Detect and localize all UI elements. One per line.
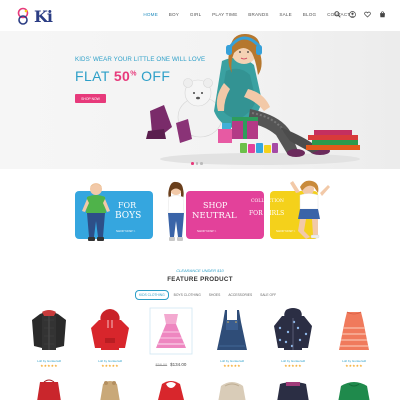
product-card[interactable] bbox=[142, 378, 200, 400]
hero-title-percent: 50% bbox=[114, 68, 137, 84]
slider-dot[interactable] bbox=[200, 162, 203, 165]
feature-title: FEATURE PRODUCT bbox=[167, 276, 233, 283]
product-image[interactable] bbox=[264, 306, 322, 356]
product-card[interactable] bbox=[203, 378, 261, 400]
hero-percent-sign: % bbox=[130, 70, 137, 78]
product-image[interactable] bbox=[81, 306, 139, 356]
tab-kids-clothing[interactable]: KIDS CLOTHING bbox=[135, 290, 169, 300]
product-image[interactable] bbox=[325, 378, 380, 400]
product-image[interactable] bbox=[203, 378, 261, 400]
product-image[interactable] bbox=[325, 306, 383, 356]
slider-dot[interactable] bbox=[191, 162, 194, 165]
main-nav: HOME BOY GIRL PLAY TIME BRANDS SALE BLOG… bbox=[138, 12, 356, 17]
nav-boy[interactable]: BOY bbox=[163, 12, 184, 17]
hero-title-pre: FLAT bbox=[75, 68, 114, 84]
product-image[interactable] bbox=[142, 378, 200, 400]
product-grid: Loft by Gunkerwill ★★★★★ Loft by Gunkerw… bbox=[20, 306, 383, 368]
product-name[interactable]: Loft by Gunkerwill bbox=[264, 359, 322, 363]
product-card[interactable]: $58.00 $134.00 bbox=[142, 306, 200, 368]
site-header: Ki HOME BOY GIRL PLAY TIME BRANDS SALE B… bbox=[0, 0, 400, 30]
hero-image bbox=[146, 33, 360, 165]
search-icon[interactable] bbox=[334, 11, 341, 18]
category-banners: FOR BOYS SHOP NOW > SHOP NEUTRAL SHOP NO… bbox=[75, 180, 330, 243]
neutral-shop-link[interactable]: SHOP NOW > bbox=[197, 229, 216, 233]
hero-slider-dots bbox=[191, 162, 203, 165]
boys-line2: BOYS bbox=[115, 211, 142, 221]
logo-mark-icon bbox=[17, 7, 29, 25]
jumping-girl-photo bbox=[290, 180, 330, 239]
product-name[interactable]: Loft by Gunkerwill bbox=[81, 359, 139, 363]
boys-shop-link[interactable]: SHOP NOW > bbox=[116, 229, 135, 233]
cart-icon[interactable] bbox=[379, 11, 386, 18]
girls-line2: FOR GIRLS bbox=[249, 210, 285, 217]
product-card[interactable]: Loft by Gunkerwill ★★★★★ bbox=[203, 306, 261, 368]
feature-subtitle: CLEARANCE UNDER $10 bbox=[176, 268, 224, 273]
tab-shoes[interactable]: SHOES bbox=[206, 291, 224, 299]
tab-sale-off[interactable]: SALE OFF bbox=[257, 291, 279, 299]
product-card[interactable]: Loft by Gunkerwill ★★★★★ bbox=[325, 306, 383, 368]
nav-play-time[interactable]: PLAY TIME bbox=[207, 12, 243, 17]
product-image[interactable] bbox=[203, 306, 261, 356]
feature-tabs: KIDS CLOTHING BOYS CLOTHING SHOES ACCESS… bbox=[135, 290, 279, 300]
nav-home[interactable]: HOME bbox=[138, 12, 163, 17]
product-card[interactable]: Loft by Gunkerwill ★★★★★ bbox=[264, 306, 322, 368]
product-name[interactable]: Loft by Gunkerwill bbox=[203, 359, 261, 363]
neutral-line1: SHOP bbox=[203, 201, 228, 210]
product-image[interactable] bbox=[20, 378, 78, 400]
nav-brands[interactable]: BRANDS bbox=[243, 12, 274, 17]
product-card[interactable]: Loft by Gunkerwill ★★★★★ bbox=[20, 306, 78, 368]
product-card[interactable] bbox=[20, 378, 78, 400]
category-girls-banner[interactable]: COLLECTION FOR GIRLS SHOP NOW > bbox=[249, 180, 330, 239]
nav-girl[interactable]: GIRL bbox=[184, 12, 206, 17]
product-card[interactable] bbox=[264, 378, 322, 400]
product-name[interactable]: Loft by Gunkerwill bbox=[20, 359, 78, 363]
nav-sale[interactable]: SALE bbox=[274, 12, 297, 17]
neutral-line2: NEUTRAL bbox=[192, 211, 237, 221]
product-image[interactable] bbox=[142, 306, 200, 356]
header-icons bbox=[334, 11, 386, 18]
product-old-price: $58.00 bbox=[155, 363, 168, 367]
category-boys-banner[interactable]: FOR BOYS SHOP NOW > bbox=[75, 183, 153, 241]
slider-dot[interactable] bbox=[195, 162, 198, 165]
product-image[interactable] bbox=[81, 378, 139, 400]
product-price: $58.00 $134.00 bbox=[142, 362, 200, 367]
heart-icon[interactable] bbox=[364, 11, 371, 18]
tab-boys-clothing[interactable]: BOYS CLOTHING bbox=[171, 291, 204, 299]
product-rating: ★★★★★ bbox=[345, 364, 363, 368]
hero-banner: KIDS' WEAR YOUR LITTLE ONE WILL LOVE FLA… bbox=[0, 31, 400, 169]
boy-photo bbox=[82, 183, 110, 241]
product-rating: ★★★★★ bbox=[223, 364, 241, 368]
product-grid-row-2 bbox=[20, 378, 380, 400]
hero-shop-now-button[interactable]: SHOP NOW bbox=[75, 94, 106, 103]
product-card[interactable] bbox=[325, 378, 380, 400]
boys-line1: FOR bbox=[118, 201, 137, 210]
product-name[interactable]: Loft by Gunkerwill bbox=[325, 359, 383, 363]
nav-blog[interactable]: BLOG bbox=[297, 12, 321, 17]
product-image[interactable] bbox=[20, 306, 78, 356]
product-card[interactable] bbox=[81, 378, 139, 400]
tab-accessories[interactable]: ACCESSORIES bbox=[225, 291, 255, 299]
girl-photo bbox=[167, 181, 185, 241]
product-rating: ★★★★★ bbox=[40, 364, 58, 368]
brand-name: Ki bbox=[34, 6, 53, 26]
hero-percent-value: 50 bbox=[113, 68, 131, 84]
product-card[interactable]: Loft by Gunkerwill ★★★★★ bbox=[81, 306, 139, 368]
product-rating: ★★★★★ bbox=[284, 364, 302, 368]
user-icon[interactable] bbox=[349, 11, 356, 18]
product-image[interactable] bbox=[264, 378, 322, 400]
product-new-price: $134.00 bbox=[170, 362, 187, 367]
logo[interactable]: Ki bbox=[14, 6, 53, 26]
product-rating: ★★★★★ bbox=[101, 364, 119, 368]
girls-line1: COLLECTION bbox=[251, 199, 284, 204]
